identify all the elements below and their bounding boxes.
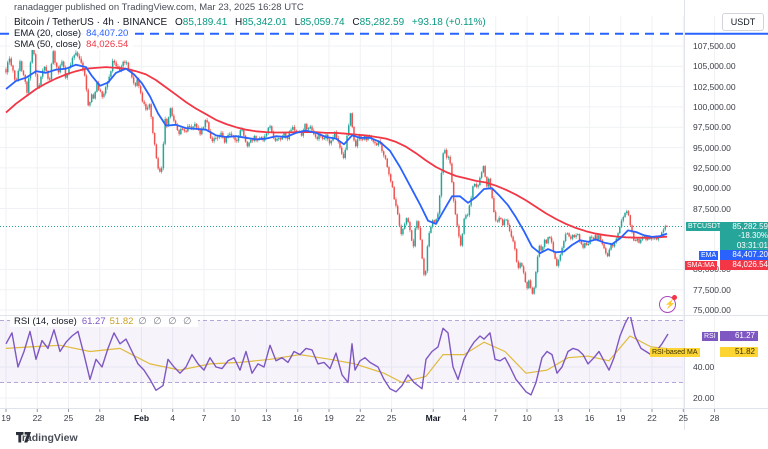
rsi-tick-label: 20.00 <box>693 393 714 403</box>
rsi-tick-label: 40.00 <box>693 362 714 372</box>
rsi-label: RSI (14, close) <box>14 316 77 327</box>
time-tick-label: 25 <box>55 413 83 423</box>
tradingview-chart-window: ranadagger published on TradingView.com,… <box>0 0 768 449</box>
ema-badge-tab: EMA <box>699 251 718 260</box>
time-tick-label: 19 <box>0 413 20 423</box>
open-label: O <box>175 17 183 28</box>
symbol-price-badge-tab: BTCUSDT <box>686 222 723 231</box>
price-tick-label: 105,000.00 <box>693 61 736 71</box>
chart-svg[interactable] <box>0 0 768 449</box>
change-percent: -18.30% <box>723 231 768 241</box>
price-tick-label: 95,000.00 <box>693 143 731 153</box>
time-tick-label: 16 <box>284 413 312 423</box>
time-tick-label: 4 <box>159 413 187 423</box>
rsi-badge-value: 61.27 <box>720 331 758 341</box>
rsi-ma-badge-value: 51.82 <box>720 347 758 357</box>
time-tick-label: 25 <box>378 413 406 423</box>
time-tick-label: 22 <box>23 413 51 423</box>
time-tick-label: 10 <box>221 413 249 423</box>
high-value: 85,342.01 <box>242 17 287 28</box>
time-tick-label: Mar <box>419 413 447 423</box>
ema-value: 84,407.20 <box>86 28 128 39</box>
price-tick-label: 87,500.00 <box>693 204 731 214</box>
publisher-attribution: ranadagger published on TradingView.com,… <box>14 2 304 13</box>
price-tick-label: 92,500.00 <box>693 163 731 173</box>
bar-countdown: 03:31:01 <box>723 241 768 251</box>
symbol-legend-row[interactable]: Bitcoin / TetherUS · 4h · BINANCE O85,18… <box>10 17 491 28</box>
sma-value: 84,026.54 <box>86 39 128 50</box>
price-tick-label: 107,500.00 <box>693 41 736 51</box>
currency-unit-button[interactable]: USDT <box>722 13 764 31</box>
rsi-ma-value: 51.82 <box>110 316 134 327</box>
time-tick-label: 10 <box>513 413 541 423</box>
rsi-badge-tab: RSI <box>702 332 718 341</box>
rsi-ma-badge-tab: RSI-based MA <box>650 348 700 357</box>
tradingview-logo[interactable]: TradingView <box>16 432 78 444</box>
boost-reactions-button[interactable]: ⚡ <box>659 296 676 313</box>
time-tick-label: 16 <box>576 413 604 423</box>
time-tick-label: 7 <box>190 413 218 423</box>
lightning-icon: ⚡ <box>665 299 676 310</box>
close-value: 85,282.59 <box>360 17 405 28</box>
time-tick-label: 28 <box>86 413 114 423</box>
rsi-empty-values: ∅ ∅ ∅ ∅ <box>138 316 193 327</box>
time-tick-label: 7 <box>482 413 510 423</box>
open-value: 85,189.41 <box>183 17 228 28</box>
sma-legend-row[interactable]: SMA (50, close) 84,026.54 <box>10 39 133 50</box>
rsi-value: 61.27 <box>82 316 106 327</box>
time-tick-label: 22 <box>346 413 374 423</box>
price-tick-label: 77,500.00 <box>693 285 731 295</box>
symbol-price-badge: 85,282.59 -18.30% 03:31:01 <box>720 222 768 251</box>
up-candle-wicks <box>8 48 666 294</box>
time-tick-label: Feb <box>128 413 156 423</box>
down-candle-wicks <box>6 49 667 295</box>
price-tick-label: 75,000.00 <box>693 305 731 315</box>
low-value: 85,059.74 <box>300 17 345 28</box>
symbol-title: Bitcoin / TetherUS · 4h · BINANCE <box>14 17 167 28</box>
ema-legend-row[interactable]: EMA (20, close) 84,407.20 <box>10 28 133 39</box>
last-price: 85,282.59 <box>723 222 768 232</box>
notification-dot <box>672 295 677 300</box>
time-tick-label: 19 <box>607 413 635 423</box>
change-value: +93.18 (+0.11%) <box>412 17 486 28</box>
rsi-legend-row[interactable]: RSI (14, close) 61.27 51.82 ∅ ∅ ∅ ∅ <box>10 316 198 327</box>
time-tick-label: 22 <box>638 413 666 423</box>
ema-label: EMA (20, close) <box>14 28 81 39</box>
price-tick-label: 102,500.00 <box>693 82 736 92</box>
ema-badge-value: 84,407.20 <box>720 250 768 260</box>
sma-label: SMA (50, close) <box>14 39 81 50</box>
sma-badge-tab: SMA:MA <box>685 261 717 270</box>
time-tick-label: 13 <box>544 413 572 423</box>
time-tick-label: 19 <box>315 413 343 423</box>
price-tick-label: 100,000.00 <box>693 102 736 112</box>
sma-badge-value: 84,026.54 <box>720 260 768 270</box>
price-tick-label: 90,000.00 <box>693 183 731 193</box>
time-tick-label: 4 <box>451 413 479 423</box>
time-tick-label: 25 <box>669 413 697 423</box>
price-tick-label: 97,500.00 <box>693 122 731 132</box>
close-label: C <box>352 17 359 28</box>
tradingview-logo-icon <box>16 432 31 443</box>
time-tick-label: 28 <box>701 413 729 423</box>
time-tick-label: 13 <box>253 413 281 423</box>
